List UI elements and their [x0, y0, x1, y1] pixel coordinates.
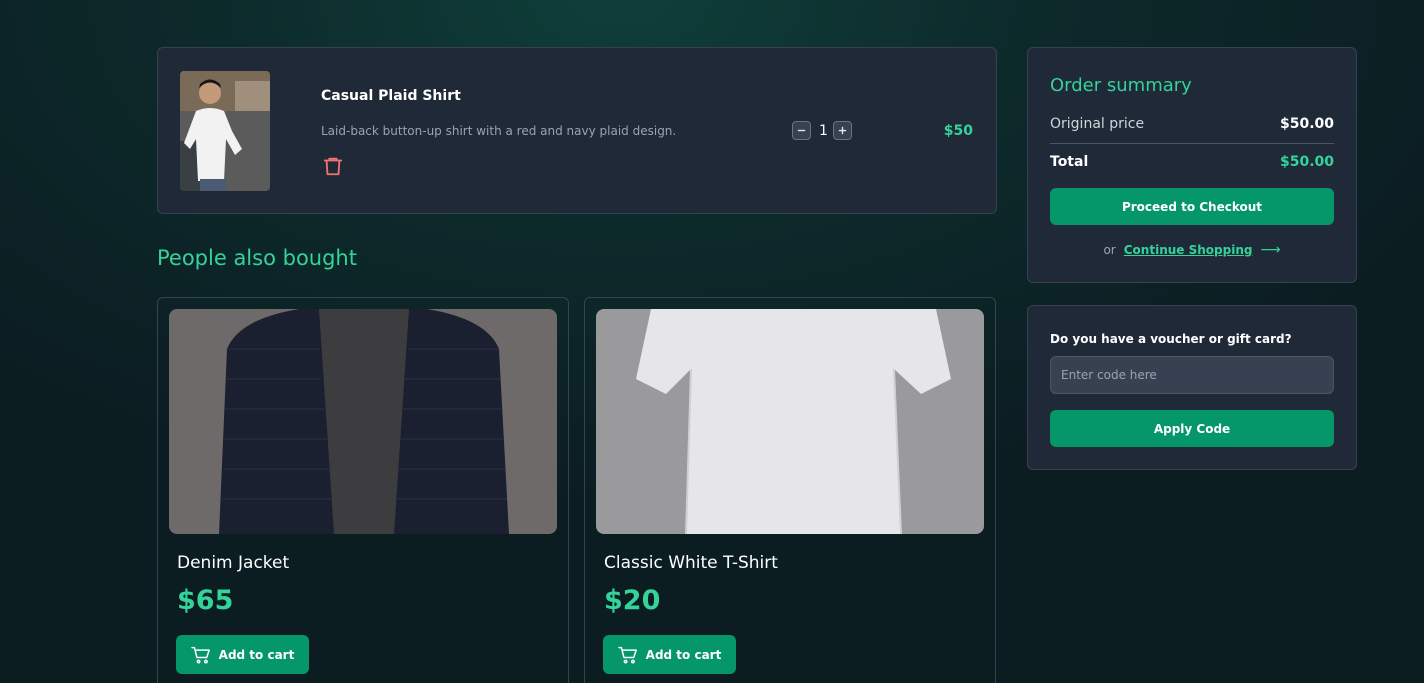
quantity-stepper: 1 [792, 121, 852, 140]
add-to-cart-button[interactable]: Add to cart [603, 635, 736, 674]
continue-shopping-link[interactable]: Continue Shopping [1124, 243, 1253, 257]
order-summary-card: Order summary Original price $50.00 Tota… [1027, 47, 1357, 283]
total-value: $50.00 [1279, 154, 1334, 170]
product-card: Denim Jacket $65 Add to cart [157, 297, 569, 683]
voucher-card: Do you have a voucher or gift card? Appl… [1027, 305, 1357, 470]
add-to-cart-label: Add to cart [645, 647, 722, 662]
add-to-cart-label: Add to cart [218, 647, 295, 662]
product-price: $65 [177, 585, 234, 616]
or-text: or [1103, 243, 1116, 257]
total-row: Total $50.00 [1050, 154, 1334, 170]
add-to-cart-button[interactable]: Add to cart [176, 635, 309, 674]
order-summary-title: Order summary [1050, 75, 1192, 96]
apply-code-button[interactable]: Apply Code [1050, 410, 1334, 447]
product-name: Denim Jacket [177, 553, 290, 573]
cart-item-name: Casual Plaid Shirt [321, 88, 461, 104]
recommendations-title: People also bought [157, 246, 357, 270]
product-image [596, 309, 984, 534]
total-label: Total [1050, 154, 1089, 170]
person-shirt-photo-icon [180, 71, 270, 191]
voucher-label: Do you have a voucher or gift card? [1050, 332, 1292, 346]
trash-icon[interactable] [322, 155, 344, 177]
cart-icon [190, 646, 210, 664]
original-price-label: Original price [1050, 116, 1145, 132]
original-price-value: $50.00 [1279, 116, 1334, 132]
cart-icon [617, 646, 637, 664]
product-name: Classic White T-Shirt [604, 553, 778, 573]
cart-item-card: Casual Plaid Shirt Laid-back button-up s… [157, 47, 997, 214]
checkout-button[interactable]: Proceed to Checkout [1050, 188, 1334, 225]
cart-item-price: $50 [943, 123, 973, 139]
product-card: Classic White T-Shirt $20 Add to cart [584, 297, 996, 683]
cart-item-image [180, 71, 270, 191]
minus-icon [797, 129, 806, 132]
tshirt-photo-icon [596, 309, 984, 534]
cart-item-description: Laid-back button-up shirt with a red and… [321, 124, 677, 138]
quantity-value: 1 [819, 122, 828, 139]
product-image [169, 309, 557, 534]
jacket-photo-icon [169, 309, 557, 534]
decrease-quantity-button[interactable] [792, 121, 811, 140]
divider [1050, 143, 1334, 144]
plus-icon [838, 126, 847, 135]
arrow-right-icon[interactable]: ⟶ [1260, 242, 1280, 258]
increase-quantity-button[interactable] [833, 121, 852, 140]
voucher-code-input[interactable] [1050, 356, 1334, 394]
original-price-row: Original price $50.00 [1050, 116, 1334, 132]
continue-shopping-line: or Continue Shopping ⟶ [1028, 242, 1356, 258]
product-price: $20 [604, 585, 661, 616]
